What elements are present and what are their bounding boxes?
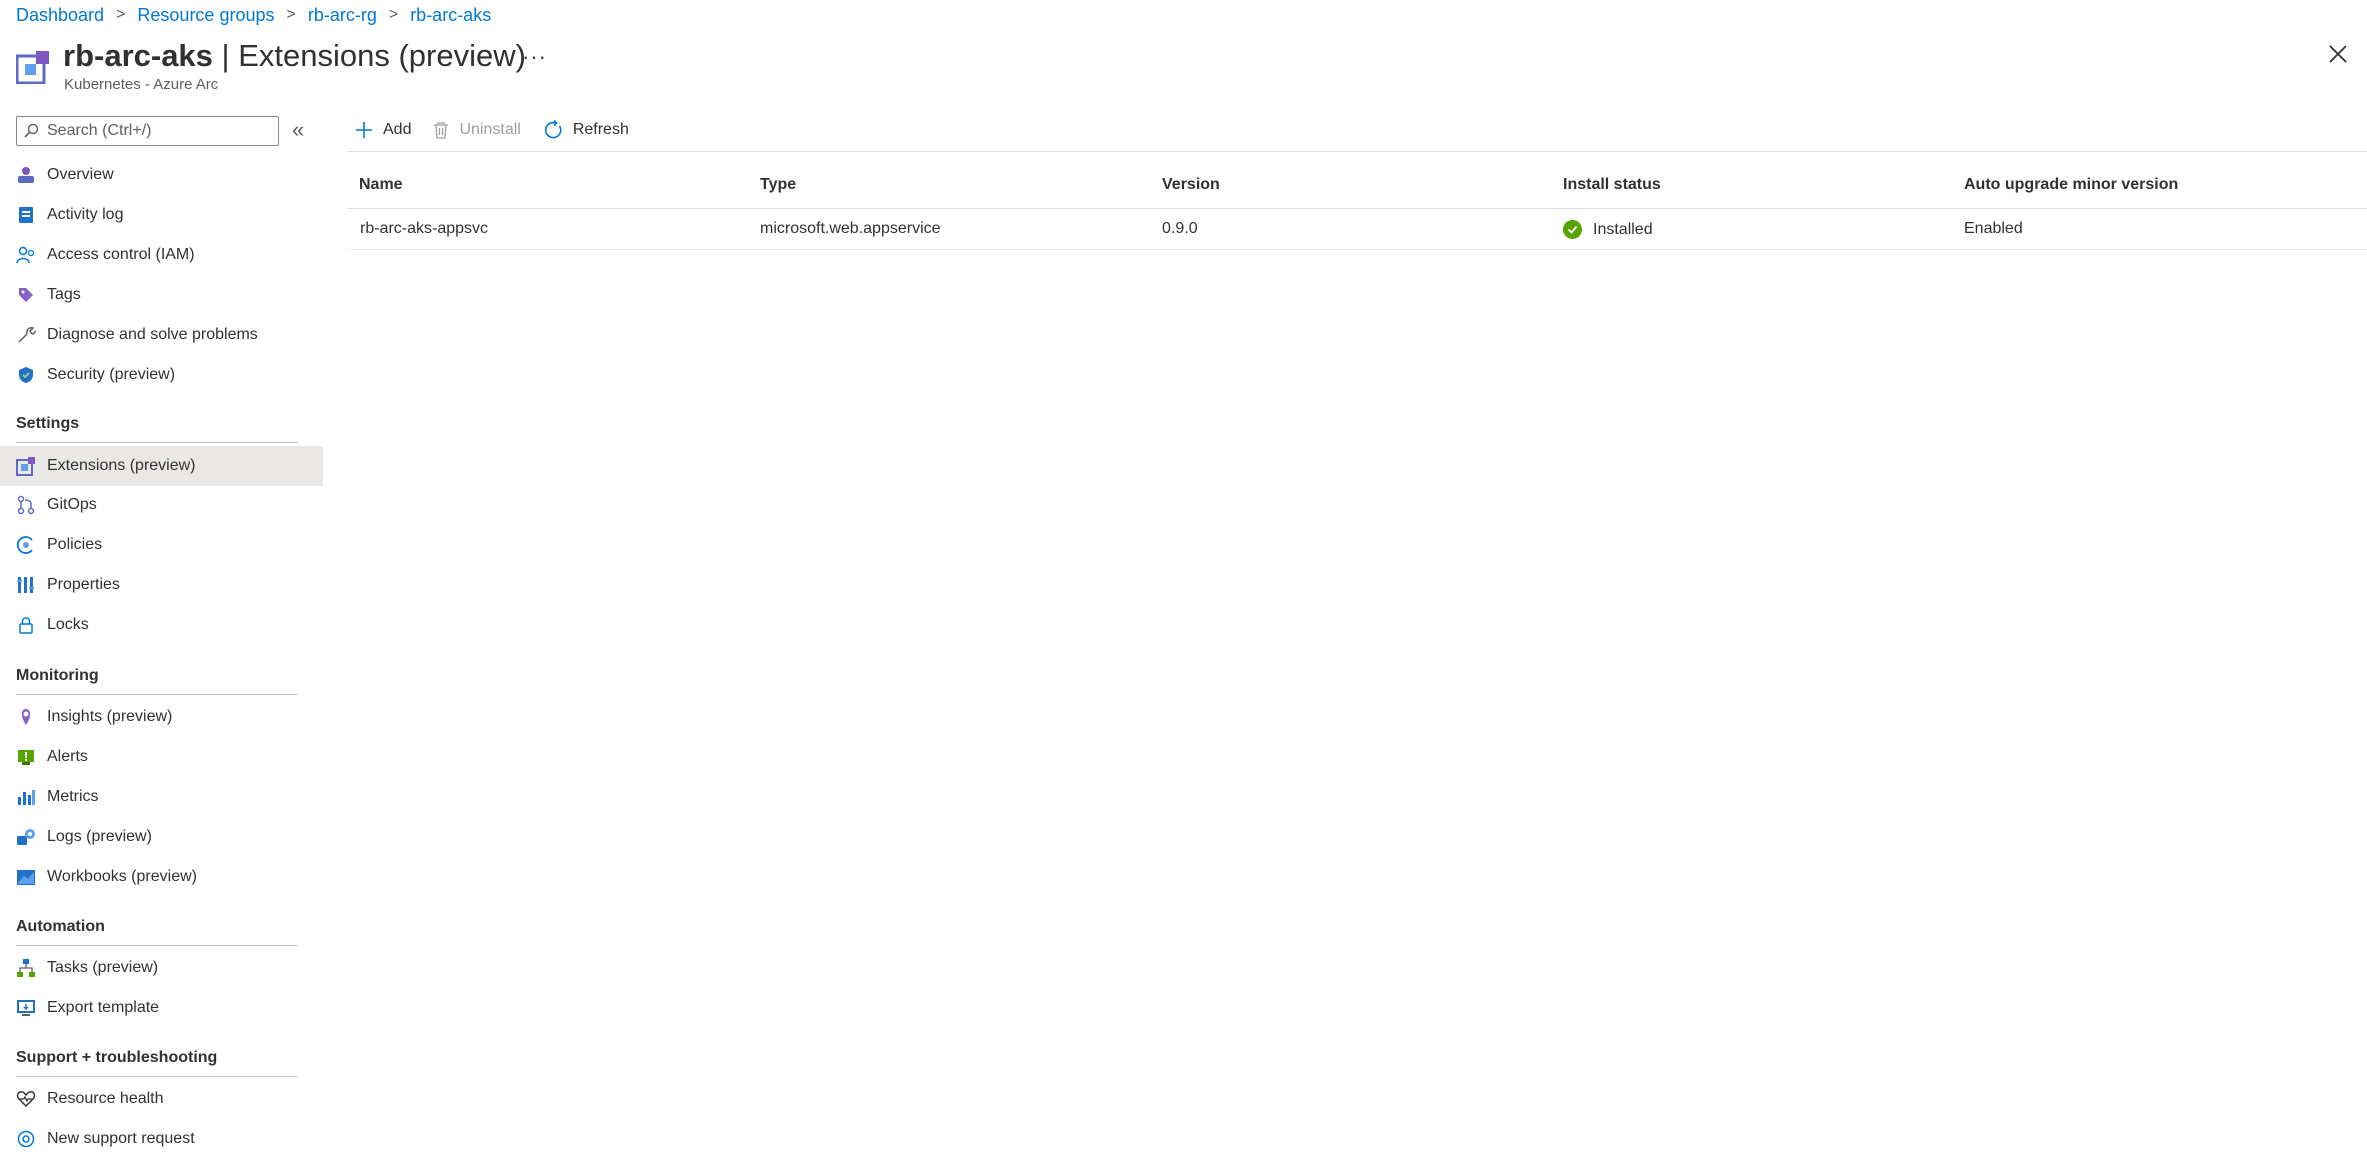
add-button[interactable]: Add <box>355 121 411 139</box>
section-monitoring: Monitoring <box>16 667 99 684</box>
success-check-icon <box>1563 220 1582 239</box>
divider <box>16 694 298 695</box>
extension-name-link[interactable]: rb-arc-aks-appsvc <box>360 220 488 238</box>
policy-icon <box>16 535 36 555</box>
column-header-version[interactable]: Version <box>1162 176 1220 194</box>
properties-icon <box>16 575 36 595</box>
close-icon[interactable] <box>2326 42 2350 66</box>
divider <box>347 249 2367 250</box>
chevron-right-icon: > <box>116 6 126 23</box>
search-icon <box>24 123 39 138</box>
sidebar-item-iam[interactable]: Access control (IAM) <box>0 236 323 274</box>
section-settings: Settings <box>16 415 80 432</box>
column-header-install-status[interactable]: Install status <box>1563 176 1661 194</box>
sidebar-item-workbooks[interactable]: Workbooks (preview) <box>0 858 323 896</box>
sidebar-item-overview[interactable]: Overview <box>0 156 323 194</box>
sidebar-item-policies[interactable]: Policies <box>0 526 323 564</box>
divider <box>16 945 298 946</box>
divider <box>16 1076 298 1077</box>
sidebar-item-export-template[interactable]: Export template <box>0 989 323 1027</box>
support-icon <box>16 1129 36 1149</box>
sidebar-item-activity-log[interactable]: Activity log <box>0 196 323 234</box>
breadcrumb-resource[interactable]: rb-arc-aks <box>410 5 491 26</box>
extensions-icon <box>16 456 36 476</box>
divider <box>347 208 2367 209</box>
logs-icon <box>16 827 36 847</box>
extension-type: microsoft.web.appservice <box>760 220 941 237</box>
sidebar-item-metrics[interactable]: Metrics <box>0 778 323 816</box>
sidebar-item-locks[interactable]: Locks <box>0 606 323 644</box>
chevron-right-icon: > <box>286 6 296 23</box>
iam-icon <box>16 245 36 265</box>
install-status: Installed <box>1563 220 1653 239</box>
column-header-name[interactable]: Name <box>359 176 403 194</box>
column-header-auto-upgrade[interactable]: Auto upgrade minor version <box>1964 176 2178 194</box>
command-bar: Add Uninstall Refresh <box>355 114 651 146</box>
page-title: rb-arc-aks | Extensions (preview) <box>63 38 526 73</box>
tasks-icon <box>16 958 36 978</box>
extensions-resource-icon <box>16 51 49 84</box>
wrench-icon <box>16 325 36 345</box>
chevron-right-icon: > <box>388 6 399 23</box>
sidebar-item-logs[interactable]: Logs (preview) <box>0 818 323 856</box>
workbooks-icon <box>16 867 36 887</box>
collapse-sidebar-icon[interactable]: « <box>292 118 304 142</box>
sidebar-item-properties[interactable]: Properties <box>0 566 323 604</box>
section-automation: Automation <box>16 918 105 935</box>
sidebar-item-tasks[interactable]: Tasks (preview) <box>0 949 323 987</box>
breadcrumb: Dashboard > Resource groups > rb-arc-rg … <box>16 2 491 28</box>
extension-version: 0.9.0 <box>1162 220 1198 237</box>
insights-icon <box>16 707 36 727</box>
sidebar-item-resource-health[interactable]: Resource health <box>0 1080 323 1118</box>
divider <box>347 151 2367 152</box>
sidebar-item-gitops[interactable]: GitOps <box>0 486 323 524</box>
divider <box>16 442 298 443</box>
lock-icon <box>16 615 36 635</box>
export-template-icon <box>16 998 36 1018</box>
shield-icon <box>16 365 36 385</box>
refresh-button[interactable]: Refresh <box>543 120 629 140</box>
page-subtitle: Kubernetes - Azure Arc <box>64 76 219 93</box>
sidebar-item-tags[interactable]: Tags <box>0 276 323 314</box>
column-header-type[interactable]: Type <box>760 176 796 194</box>
alerts-icon <box>16 747 36 767</box>
auto-upgrade-value: Enabled <box>1964 220 2023 237</box>
search-input[interactable] <box>45 121 269 141</box>
more-options-button[interactable]: ··· <box>522 44 547 70</box>
activity-log-icon <box>16 205 36 225</box>
gitops-icon <box>16 495 36 515</box>
search-box[interactable] <box>16 116 279 146</box>
refresh-icon <box>544 120 562 139</box>
sidebar-item-insights[interactable]: Insights (preview) <box>0 698 323 736</box>
sidebar-item-extensions[interactable]: Extensions (preview) <box>0 446 323 486</box>
sidebar-item-alerts[interactable]: Alerts <box>0 738 323 776</box>
trash-icon <box>434 122 449 139</box>
sidebar-item-new-support-request[interactable]: New support request <box>0 1120 323 1158</box>
breadcrumb-resource-groups[interactable]: Resource groups <box>137 5 274 26</box>
sidebar-item-security[interactable]: Security (preview) <box>0 356 323 394</box>
overview-icon <box>16 165 36 185</box>
breadcrumb-dashboard[interactable]: Dashboard <box>16 5 104 26</box>
sidebar-item-diagnose[interactable]: Diagnose and solve problems <box>0 316 323 354</box>
tag-icon <box>16 285 36 305</box>
section-support: Support + troubleshooting <box>16 1049 218 1066</box>
metrics-icon <box>16 787 36 807</box>
breadcrumb-resource-group[interactable]: rb-arc-rg <box>308 5 377 26</box>
uninstall-button[interactable]: Uninstall <box>433 121 521 139</box>
plus-icon <box>356 122 372 138</box>
heart-icon <box>16 1089 36 1109</box>
